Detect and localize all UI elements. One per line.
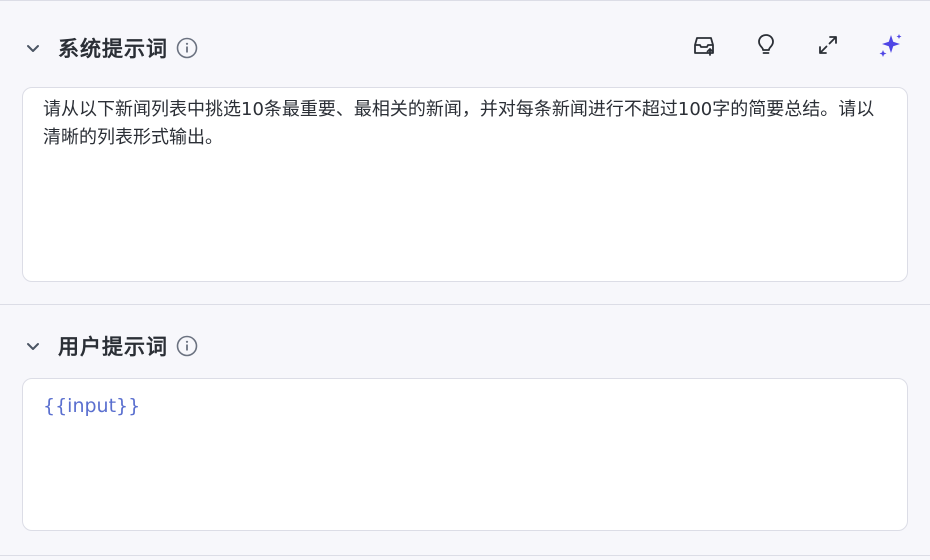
user-prompt-section: 用户提示词 {{input}} — [0, 305, 930, 556]
user-prompt-header[interactable]: 用户提示词 — [22, 329, 198, 363]
user-prompt-textarea[interactable]: {{input}} — [22, 378, 908, 531]
chevron-down-icon[interactable] — [22, 335, 44, 357]
info-icon[interactable] — [176, 37, 198, 59]
lightbulb-icon[interactable] — [752, 31, 780, 59]
system-prompt-header[interactable]: 系统提示词 — [22, 31, 198, 65]
system-prompt-toolbar — [656, 31, 904, 59]
system-prompt-section: 系统提示词 请从以下新闻列表中挑选10条最重要、最相关的新闻，并对每条新闻进行不… — [0, 1, 930, 305]
info-icon[interactable] — [176, 335, 198, 357]
prompt-editor: 系统提示词 请从以下新闻列表中挑选10条最重要、最相关的新闻，并对每条新闻进行不… — [0, 0, 930, 560]
chevron-down-icon[interactable] — [22, 37, 44, 59]
user-prompt-variable: {{input}} — [43, 395, 141, 417]
system-prompt-title: 系统提示词 — [58, 37, 168, 61]
expand-icon[interactable] — [814, 31, 842, 59]
system-prompt-text: 请从以下新闻列表中挑选10条最重要、最相关的新闻，并对每条新闻进行不超过100字… — [43, 99, 875, 148]
sparkle-icon[interactable] — [876, 31, 904, 59]
system-prompt-textarea[interactable]: 请从以下新闻列表中挑选10条最重要、最相关的新闻，并对每条新闻进行不超过100字… — [22, 87, 908, 282]
save-template-icon[interactable] — [690, 31, 718, 59]
user-prompt-title: 用户提示词 — [58, 335, 168, 359]
